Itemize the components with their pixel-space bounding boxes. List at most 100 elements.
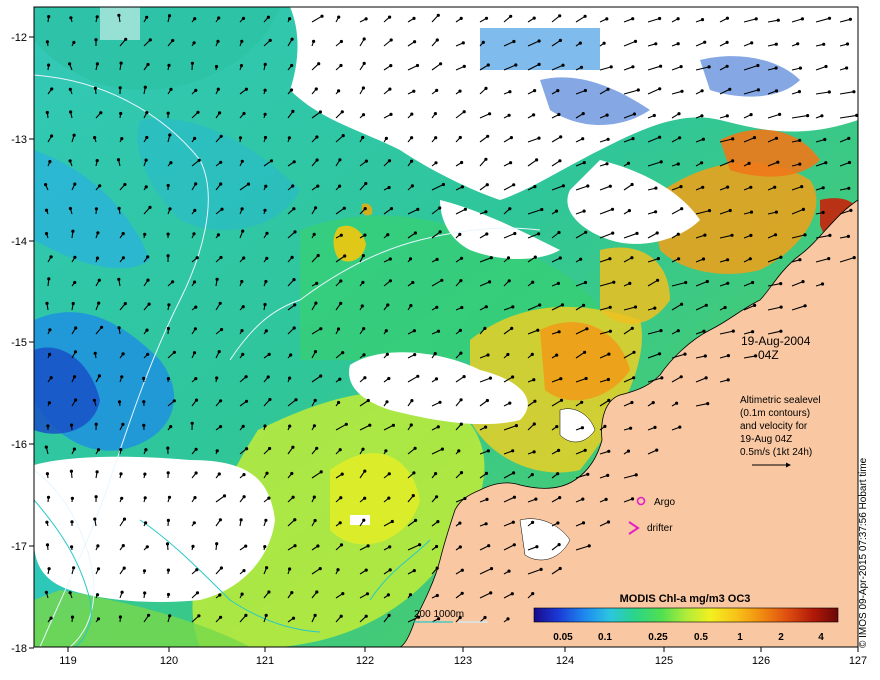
velocity-arrow-head xyxy=(166,568,170,572)
velocity-arrow-head xyxy=(143,232,147,236)
velocity-arrow-head xyxy=(68,62,72,66)
velocity-arrow-head xyxy=(287,136,291,140)
velocity-arrow-head xyxy=(169,161,173,165)
velocity-arrow-head xyxy=(706,402,710,406)
velocity-arrow-head xyxy=(220,207,224,211)
velocity-arrow-head xyxy=(192,232,196,236)
velocity-arrow-head xyxy=(627,209,632,213)
velocity-arrow-head xyxy=(535,545,539,549)
velocity-arrow-head xyxy=(580,426,585,430)
velocity-arrow-head xyxy=(533,89,537,93)
velocity-arrow-head xyxy=(484,471,489,475)
velocity-arrow-head xyxy=(629,426,633,430)
velocity-arrow-head xyxy=(143,591,147,595)
velocity-arrow-head xyxy=(440,447,444,451)
velocity-arrow-head xyxy=(658,87,662,91)
y-tick-minus-18: -18 xyxy=(11,643,27,655)
velocity-arrow-head xyxy=(122,566,126,570)
velocity-arrow-head xyxy=(725,16,730,20)
velocity-arrow-head xyxy=(847,186,851,190)
velocity-arrow-head xyxy=(410,159,414,163)
velocity-arrow-head xyxy=(169,425,173,429)
velocity-arrow-head xyxy=(293,230,297,234)
velocity-arrow-head xyxy=(242,256,246,260)
velocity-arrow-head xyxy=(193,496,197,500)
velocity-arrow-head xyxy=(582,303,586,307)
velocity-arrow-head xyxy=(72,133,76,137)
x-tick-126: 126 xyxy=(752,655,770,667)
velocity-arrow-head xyxy=(779,329,783,333)
velocity-arrow-head xyxy=(778,112,782,116)
velocity-arrow-head xyxy=(678,136,682,140)
velocity-arrow-head xyxy=(46,424,50,428)
velocity-arrow-head xyxy=(192,280,197,284)
velocity-arrow-head xyxy=(606,87,610,91)
velocity-arrow-head xyxy=(630,400,634,405)
velocity-arrow-head xyxy=(142,423,146,427)
velocity-arrow-head xyxy=(264,329,268,333)
velocity-arrow-head xyxy=(292,207,296,211)
velocity-arrow-head xyxy=(827,90,831,94)
velocity-arrow-head xyxy=(796,42,800,46)
velocity-arrow-head xyxy=(264,279,268,284)
velocity-arrow-head xyxy=(70,545,74,549)
velocity-arrow-head xyxy=(45,472,50,476)
velocity-arrow-head xyxy=(292,160,296,164)
velocity-arrow-head xyxy=(47,63,51,67)
velocity-arrow-head xyxy=(194,471,198,475)
velocity-arrow-head xyxy=(800,185,804,189)
velocity-arrow-head xyxy=(68,87,72,91)
velocity-arrow-head xyxy=(338,377,342,381)
velocity-arrow-head xyxy=(656,257,661,261)
velocity-arrow-head xyxy=(511,449,515,453)
velocity-arrow-head xyxy=(506,352,510,357)
velocity-arrow-head xyxy=(484,16,489,20)
velocity-arrow-head xyxy=(703,233,707,237)
velocity-arrow-head xyxy=(74,326,78,330)
velocity-arrow-head xyxy=(364,17,368,21)
velocity-arrow-head xyxy=(147,302,151,306)
velocity-arrow-head xyxy=(486,353,490,357)
velocity-arrow-head xyxy=(96,448,101,452)
velocity-arrow-head xyxy=(340,472,344,476)
velocity-arrow-head xyxy=(751,280,755,285)
velocity-arrow-head xyxy=(458,135,462,140)
velocity-arrow-head xyxy=(122,517,127,521)
velocity-arrow-head xyxy=(411,494,415,498)
velocity-arrow-head xyxy=(486,449,490,453)
velocity-arrow-head xyxy=(215,277,219,281)
velocity-arrow-head xyxy=(197,158,201,162)
velocity-arrow-head xyxy=(607,449,611,453)
velocity-arrow-head xyxy=(636,88,640,92)
velocity-arrow-head xyxy=(606,137,610,141)
velocity-arrow-head xyxy=(632,350,636,354)
velocity-arrow-head xyxy=(146,352,150,356)
velocity-arrow-head xyxy=(47,401,52,405)
velocity-arrow-head xyxy=(313,350,318,354)
colorbar-tick-0-05: 0.05 xyxy=(553,632,573,643)
velocity-arrow-head xyxy=(604,497,608,501)
velocity-arrow-head xyxy=(510,375,515,379)
velocity-arrow-head xyxy=(773,233,778,237)
velocity-arrow-head xyxy=(343,254,347,258)
velocity-arrow-head xyxy=(801,207,806,211)
velocity-arrow-head xyxy=(849,208,853,212)
velocity-arrow-head xyxy=(142,400,146,404)
velocity-arrow-head xyxy=(558,38,563,43)
velocity-arrow-head xyxy=(756,63,760,68)
velocity-arrow-head xyxy=(700,114,704,118)
velocity-arrow-head xyxy=(93,86,97,90)
velocity-arrow-head xyxy=(514,63,518,67)
velocity-arrow-head xyxy=(409,304,413,308)
velocity-arrow-head xyxy=(318,110,322,114)
velocity-arrow-head xyxy=(509,136,513,140)
velocity-arrow-head xyxy=(457,449,461,453)
velocity-arrow-head xyxy=(605,162,609,166)
velocity-arrow-head xyxy=(146,62,150,67)
velocity-arrow-head xyxy=(462,375,466,379)
velocity-arrow-head xyxy=(537,232,541,236)
velocity-arrow-head xyxy=(533,399,537,403)
velocity-arrow-head xyxy=(263,88,267,92)
velocity-arrow-head xyxy=(435,495,439,499)
velocity-arrow-head xyxy=(288,424,292,428)
